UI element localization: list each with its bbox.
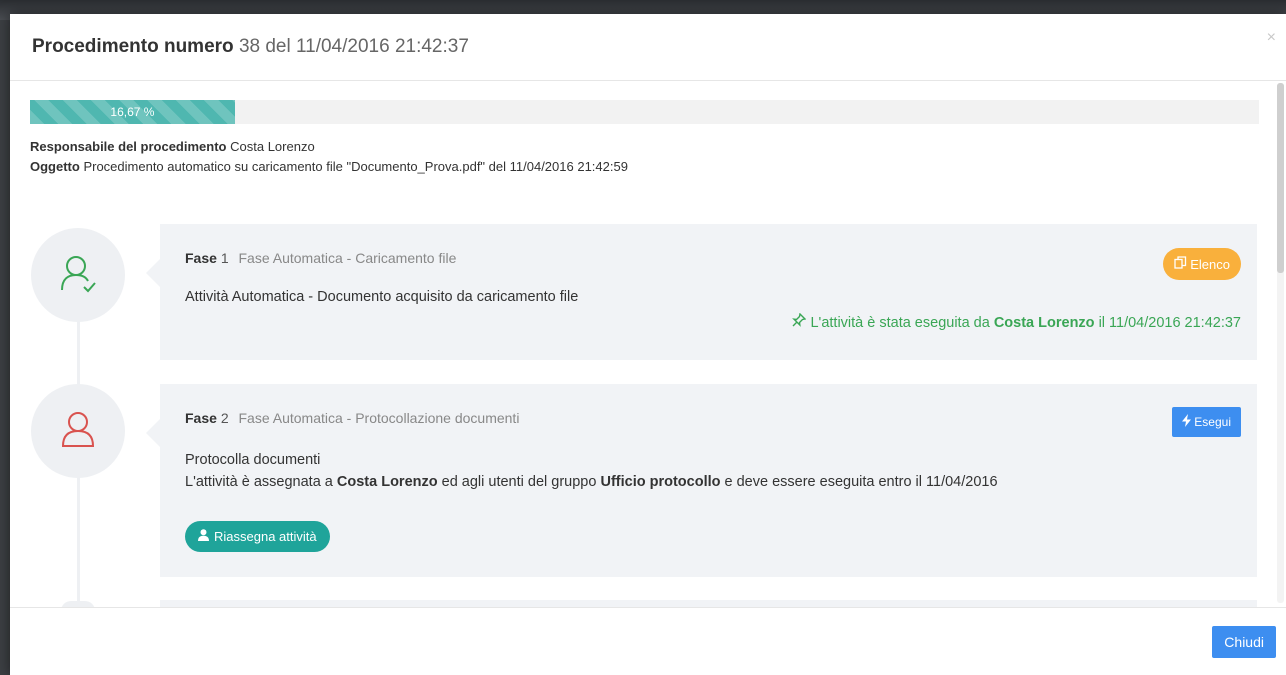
modal-title: Procedimento numero 38 del 11/04/2016 21…: [32, 36, 1264, 58]
assignment-prefix: L'attività è assegnata a: [185, 474, 333, 490]
reassign-button[interactable]: Riassegna attività: [185, 521, 330, 552]
modal-title-details: 38 del 11/04/2016 21:42:37: [238, 36, 469, 57]
phase-2-details: Protocolla documenti L'attività è assegn…: [185, 449, 998, 493]
phase-1-done-prefix: L'attività è stata eseguita da: [810, 315, 990, 331]
phase-2-number: 2: [220, 410, 229, 426]
user-solid-icon: [198, 529, 209, 544]
procedure-modal: Procedimento numero 38 del 11/04/2016 21…: [10, 14, 1286, 675]
assignment-middle: ed agli utenti del gruppo: [441, 474, 597, 490]
oggetto-value: Procedimento automatico su caricamento f…: [83, 159, 628, 174]
reassign-button-label: Riassegna attività: [214, 529, 317, 544]
procedure-info: Responsabile del procedimento Costa Lore…: [30, 137, 628, 177]
scrollbar-thumb[interactable]: [1277, 83, 1284, 273]
close-icon[interactable]: ×: [1267, 30, 1276, 46]
progress-bar: 16,67 %: [30, 100, 1259, 124]
bolt-icon: [1182, 414, 1192, 430]
phase-1-header: Fase 1 Fase Automatica - Caricamento fil…: [185, 250, 456, 266]
modal-header: Procedimento numero 38 del 11/04/2016 21…: [10, 14, 1286, 81]
phase-card-3: [160, 600, 1257, 607]
modal-body: 16,67 % Responsabile del procedimento Co…: [10, 81, 1286, 607]
progress-fill: 16,67 %: [30, 100, 235, 124]
esegui-button[interactable]: Esegui: [1172, 407, 1241, 437]
phase-card-1: Fase 1 Fase Automatica - Caricamento fil…: [146, 224, 1257, 360]
phase-1-done-date: il 11/04/2016 21:42:37: [1098, 315, 1241, 331]
modal-footer: Chiudi: [10, 607, 1286, 675]
assignment-group: Ufficio protocollo: [600, 474, 721, 490]
assignment-deadline: e deve essere eseguita entro il 11/04/20…: [724, 474, 998, 490]
user-check-icon: [57, 252, 99, 299]
elenco-button-label: Elenco: [1190, 256, 1230, 272]
modal-title-label: Procedimento numero: [32, 36, 234, 57]
oggetto-row: Oggetto Procedimento automatico su caric…: [30, 157, 628, 177]
phase-2-name: Fase Automatica - Protocollazione docume…: [238, 410, 520, 426]
responsabile-row: Responsabile del procedimento Costa Lore…: [30, 137, 628, 157]
responsabile-label: Responsabile del procedimento: [30, 139, 227, 154]
responsabile-value: Costa Lorenzo: [230, 139, 315, 154]
phase-1-completion: L'attività è stata eseguita da Costa Lor…: [792, 312, 1241, 331]
phase-2-fase-label: Fase: [185, 410, 217, 426]
close-button[interactable]: Chiudi: [1212, 626, 1276, 658]
phase-2-status-circle: [31, 384, 125, 478]
pin-icon: [792, 312, 810, 331]
phase-2-header: Fase 2 Fase Automatica - Protocollazione…: [185, 410, 519, 426]
esegui-button-label: Esegui: [1194, 415, 1231, 429]
phase-1-number: 1: [220, 250, 229, 266]
phase-2-assignment: L'attività è assegnata a Costa Lorenzo e…: [185, 471, 998, 493]
phase-card-2: Fase 2 Fase Automatica - Protocollazione…: [146, 384, 1257, 577]
modal-scrollbar[interactable]: [1277, 83, 1284, 603]
elenco-button[interactable]: Elenco: [1163, 248, 1241, 280]
oggetto-label: Oggetto: [30, 159, 80, 174]
copy-icon: [1174, 256, 1187, 272]
assignment-user: Costa Lorenzo: [336, 474, 438, 490]
phase-1-description: Attività Automatica - Documento acquisit…: [185, 289, 579, 305]
phase-1-status-circle: [31, 228, 125, 322]
phase-1-fase-label: Fase: [185, 250, 217, 266]
phase-1-name: Fase Automatica - Caricamento file: [238, 250, 457, 266]
phase-2-description: Protocolla documenti: [185, 452, 321, 468]
phase-1-done-user: Costa Lorenzo: [993, 315, 1095, 331]
user-icon: [57, 408, 99, 455]
